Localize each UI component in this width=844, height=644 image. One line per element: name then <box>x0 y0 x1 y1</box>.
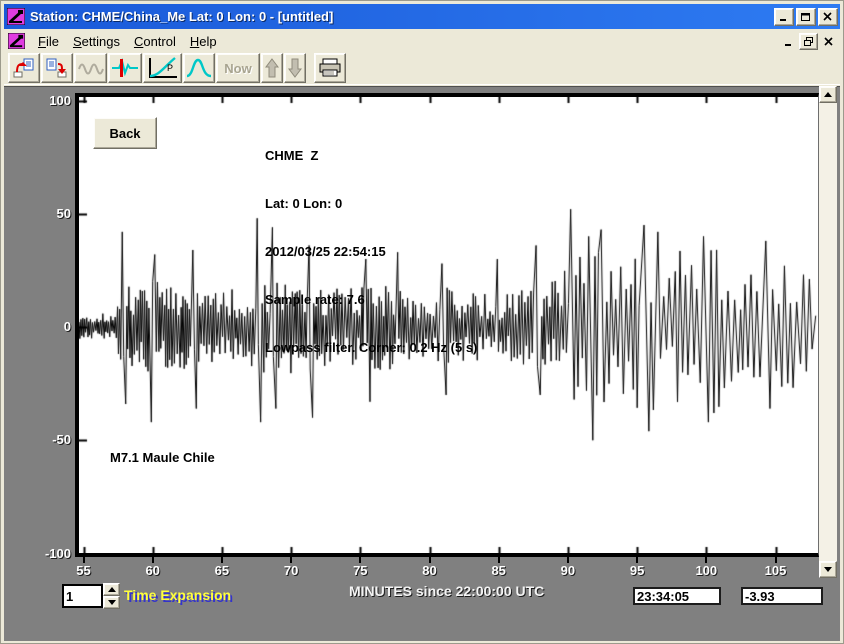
spectrum-button[interactable] <box>183 53 215 83</box>
x-tick-label: 105 <box>754 563 798 578</box>
now-button-label: Now <box>218 61 257 76</box>
x-tick-label: 70 <box>269 563 313 578</box>
x-tick-label: 55 <box>62 563 106 578</box>
spectrum-icon <box>186 57 212 79</box>
x-tick-label: 90 <box>546 563 590 578</box>
station-latlon: Lat: 0 Lon: 0 <box>265 196 477 212</box>
phase-pick-button[interactable] <box>108 53 142 83</box>
scrollbar-up-button[interactable] <box>819 86 837 103</box>
svg-text:P: P <box>167 63 173 73</box>
mdi-restore-button[interactable] <box>799 33 818 50</box>
x-axis-tick <box>429 557 431 563</box>
waveform-button[interactable] <box>74 53 107 83</box>
x-axis-tick <box>775 557 777 563</box>
time-expansion-spinner <box>103 583 120 610</box>
scrollbar-down-button[interactable] <box>819 561 837 578</box>
back-button-label: Back <box>109 126 140 141</box>
title-bar[interactable]: Station: CHME/China_Me Lat: 0 Lon: 0 - [… <box>4 4 840 29</box>
maximize-icon <box>801 12 811 21</box>
y-tick-label: 50 <box>27 206 71 221</box>
app-window: Station: CHME/China_Me Lat: 0 Lon: 0 - [… <box>0 0 844 644</box>
menu-items: FileSettingsControlHelp <box>31 32 224 51</box>
spinner-down-icon <box>108 600 116 605</box>
maximize-button[interactable] <box>796 8 816 26</box>
menu-item-control[interactable]: Control <box>127 32 183 51</box>
phase-pick-icon <box>111 57 139 79</box>
scrollbar-down-icon <box>824 567 832 572</box>
x-axis-tick <box>152 557 154 563</box>
x-axis-tick <box>290 557 292 563</box>
x-axis-tick <box>221 557 223 563</box>
cursor-amplitude-readout[interactable] <box>741 587 823 605</box>
response-curve-button[interactable]: P <box>143 53 182 83</box>
down-arrow-icon <box>288 58 302 78</box>
mdi-restore-icon <box>804 37 814 46</box>
x-axis-tick <box>359 557 361 563</box>
spinner-down-button[interactable] <box>103 596 120 609</box>
toolbar: P Now <box>4 52 840 85</box>
mdi-close-button[interactable] <box>820 34 837 49</box>
menu-item-file[interactable]: File <box>31 32 66 51</box>
filter-info: Lowpass filter. Corner: 0.2 Hz (5 s) <box>265 340 477 356</box>
x-tick-label: 85 <box>477 563 521 578</box>
menu-bar: FileSettingsControlHelp <box>4 30 840 52</box>
mdi-minimize-icon <box>784 37 794 46</box>
minimize-button[interactable] <box>774 8 794 26</box>
x-axis-tick <box>498 557 500 563</box>
x-tick-label: 100 <box>684 563 728 578</box>
mdi-minimize-button[interactable] <box>780 34 797 49</box>
vertical-scrollbar[interactable] <box>819 86 837 578</box>
load-previous-button[interactable] <box>8 53 40 83</box>
x-tick-label: 60 <box>131 563 175 578</box>
x-axis-tick <box>83 557 85 563</box>
mdi-close-icon <box>824 37 834 46</box>
document-icon <box>8 33 25 49</box>
x-axis-title: MINUTES since 22:00:00 UTC <box>349 583 544 599</box>
load-previous-icon <box>12 57 36 79</box>
x-tick-label: 75 <box>338 563 382 578</box>
spinner-up-button[interactable] <box>103 583 120 596</box>
sample-rate: Sample rate: 7.6 <box>265 292 477 308</box>
y-tick-label: -50 <box>27 432 71 447</box>
x-tick-label: 95 <box>615 563 659 578</box>
cursor-time-readout[interactable] <box>633 587 721 605</box>
station-info-block: CHME Z Lat: 0 Lon: 0 2012/03/25 22:54:15… <box>265 116 477 388</box>
menu-item-settings[interactable]: Settings <box>66 32 127 51</box>
trace-start-time: 2012/03/25 22:54:15 <box>265 244 477 260</box>
x-axis-tick <box>567 557 569 563</box>
back-button[interactable]: Back <box>93 117 157 149</box>
close-icon <box>823 12 833 21</box>
scrollbar-up-icon <box>824 92 832 97</box>
printer-icon <box>318 58 342 78</box>
x-tick-label: 65 <box>200 563 244 578</box>
load-next-icon <box>45 57 69 79</box>
waveform-icon <box>78 57 104 79</box>
now-button[interactable]: Now <box>216 53 260 83</box>
event-annotation: M7.1 Maule Chile <box>110 450 215 465</box>
spinner-up-icon <box>108 587 116 592</box>
response-curve-icon: P <box>147 56 179 80</box>
y-tick-label: -100 <box>27 546 71 561</box>
time-expansion-label: Time Expansion <box>124 587 231 603</box>
time-expansion-input[interactable] <box>62 584 103 608</box>
station-channel: CHME Z <box>265 148 477 164</box>
print-button[interactable] <box>314 53 346 83</box>
close-button[interactable] <box>818 8 838 26</box>
load-next-button[interactable] <box>41 53 73 83</box>
up-arrow-icon <box>265 58 279 78</box>
window-title: Station: CHME/China_Me Lat: 0 Lon: 0 - [… <box>30 9 774 24</box>
scroll-down-trace-button[interactable] <box>284 53 306 83</box>
menu-item-help[interactable]: Help <box>183 32 224 51</box>
y-tick-label: 0 <box>27 319 71 334</box>
mdi-window-buttons <box>778 33 837 50</box>
x-axis-tick <box>636 557 638 563</box>
app-icon <box>7 8 25 25</box>
x-tick-label: 80 <box>408 563 452 578</box>
minimize-icon <box>779 12 789 21</box>
y-tick-label: 100 <box>27 93 71 108</box>
x-axis-tick <box>705 557 707 563</box>
scroll-up-trace-button[interactable] <box>261 53 283 83</box>
